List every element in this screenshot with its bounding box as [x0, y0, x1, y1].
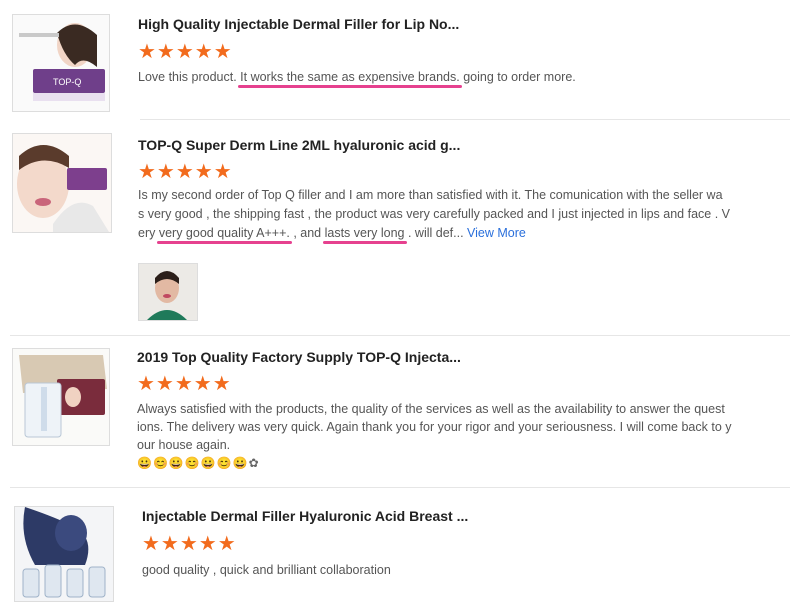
review-text-segment: Love this product.	[138, 70, 241, 84]
product-title[interactable]: High Quality Injectable Dermal Filler fo…	[138, 16, 459, 32]
review-text-line: s very good , the shipping fast , the pr…	[138, 207, 730, 221]
emoji-row: 😀😊😀😊😀😊😀✿	[137, 456, 260, 470]
highlighted-phrase: lasts very long	[324, 226, 405, 240]
review-text-segment: . will def...	[404, 226, 468, 240]
product-image: TOP-Q	[13, 15, 109, 111]
review-text-line: ery very good quality A+++. , and lasts …	[138, 224, 788, 243]
customer-photo-image	[139, 264, 197, 320]
review-item: 2019 Top Quality Factory Supply TOP-Q In…	[0, 336, 800, 486]
rating-stars: ★★★★★	[138, 41, 233, 63]
highlighted-phrase: very good quality A+++.	[158, 226, 290, 240]
review-item: Injectable Dermal Filler Hyaluronic Acid…	[0, 488, 800, 610]
review-text-line: Is my second order of Top Q filler and I…	[138, 188, 723, 202]
rating-stars: ★★★★★	[138, 161, 233, 183]
review-text: good quality , quick and brilliant colla…	[142, 563, 391, 577]
highlighted-phrase: It works the same as expensive brands.	[240, 70, 460, 84]
review-photo[interactable]	[138, 263, 198, 321]
review-text: Love this product. It works the same as …	[138, 68, 778, 87]
view-more-link[interactable]: View More	[467, 226, 526, 240]
thumb-brand-text: TOP-Q	[53, 77, 81, 87]
product-title[interactable]: TOP-Q Super Derm Line 2ML hyaluronic aci…	[138, 137, 460, 153]
review-text-line: our house again.	[137, 438, 231, 452]
rating-stars: ★★★★★	[137, 373, 232, 395]
review-text: Always satisfied with the products, the …	[137, 400, 787, 454]
product-image	[13, 134, 111, 232]
review-text: Is my second order of Top Q filler and I…	[138, 186, 788, 243]
rating-stars: ★★★★★	[142, 533, 237, 555]
product-thumbnail[interactable]	[14, 506, 114, 602]
product-title[interactable]: Injectable Dermal Filler Hyaluronic Acid…	[142, 508, 468, 524]
product-title[interactable]: 2019 Top Quality Factory Supply TOP-Q In…	[137, 349, 461, 365]
review-text-segment: , and	[289, 226, 325, 240]
review-item: TOP-Q High Quality Injectable Dermal Fil…	[0, 0, 800, 120]
product-thumbnail[interactable]	[12, 348, 110, 446]
review-item: TOP-Q Super Derm Line 2ML hyaluronic aci…	[0, 120, 800, 335]
product-image	[15, 507, 113, 601]
review-text-line: ions. The delivery was very quick. Again…	[137, 420, 732, 434]
product-thumbnail[interactable]: TOP-Q	[12, 14, 110, 112]
product-image	[13, 349, 109, 445]
review-text-segment: going to order more.	[459, 70, 576, 84]
product-thumbnail[interactable]	[12, 133, 112, 233]
review-text-segment: ery	[138, 226, 159, 240]
review-text-line: Always satisfied with the products, the …	[137, 402, 725, 416]
